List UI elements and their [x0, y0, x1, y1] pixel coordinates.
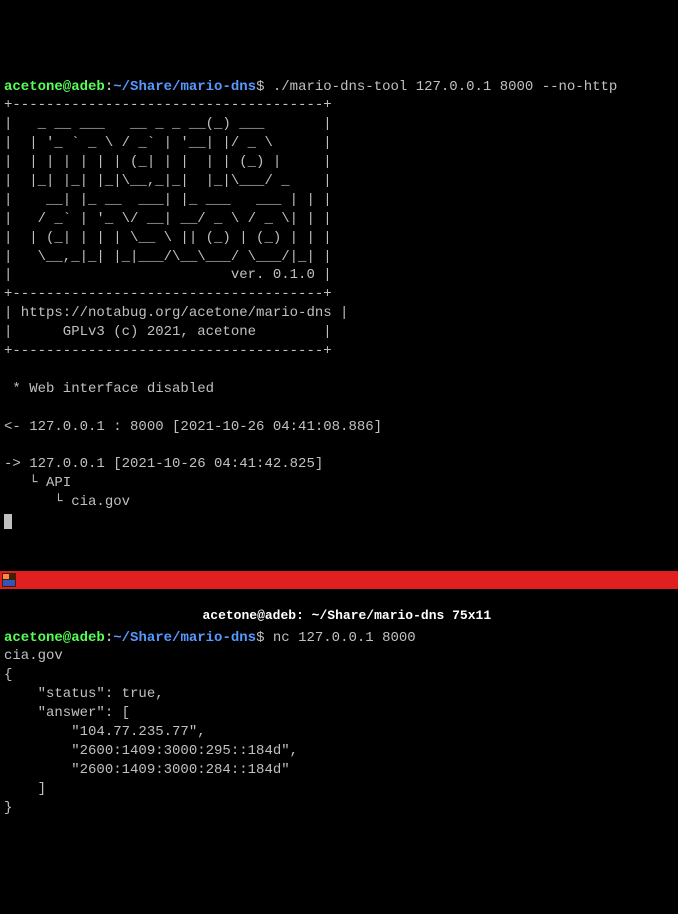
terminal-pane-top[interactable]: acetone@adeb:~/Share/mario-dns$ ./mario-…: [0, 76, 678, 533]
tree-domain: └ cia.gov: [4, 494, 130, 510]
status-line: * Web interface disabled: [4, 381, 214, 397]
json-output: { "status": true, "answer": [ "104.77.23…: [4, 667, 298, 815]
titlebar-text: acetone@adeb: ~/Share/mario-dns 75x11: [202, 608, 491, 623]
log-line-request: -> 127.0.0.1 [2021-10-26 04:41:42.825]: [4, 456, 323, 472]
ascii-art-banner: +-------------------------------------+ …: [4, 97, 348, 359]
log-line-bind: <- 127.0.0.1 : 8000 [2021-10-26 04:41:08…: [4, 419, 382, 435]
prompt-dollar: $: [256, 79, 273, 95]
tmux-titlebar: acetone@adeb: ~/Share/mario-dns 75x11: [0, 571, 678, 589]
prompt-dollar: $: [256, 630, 273, 646]
cursor-icon: [4, 514, 12, 529]
prompt-user: acetone@adeb: [4, 630, 105, 646]
prompt-colon: :: [105, 630, 113, 646]
command-bottom: nc 127.0.0.1 8000: [273, 630, 416, 646]
nc-input-line: cia.gov: [4, 648, 63, 664]
terminal-pane-bottom[interactable]: acetone@adeb:~/Share/mario-dns$ nc 127.0…: [0, 627, 678, 820]
prompt-path: ~/Share/mario-dns: [113, 79, 256, 95]
command-top: ./mario-dns-tool 127.0.0.1 8000 --no-htt…: [273, 79, 617, 95]
prompt-user: acetone@adeb: [4, 79, 105, 95]
prompt-colon: :: [105, 79, 113, 95]
prompt-path: ~/Share/mario-dns: [113, 630, 256, 646]
tree-api: └ API: [4, 475, 71, 491]
window-icon: [2, 573, 16, 587]
